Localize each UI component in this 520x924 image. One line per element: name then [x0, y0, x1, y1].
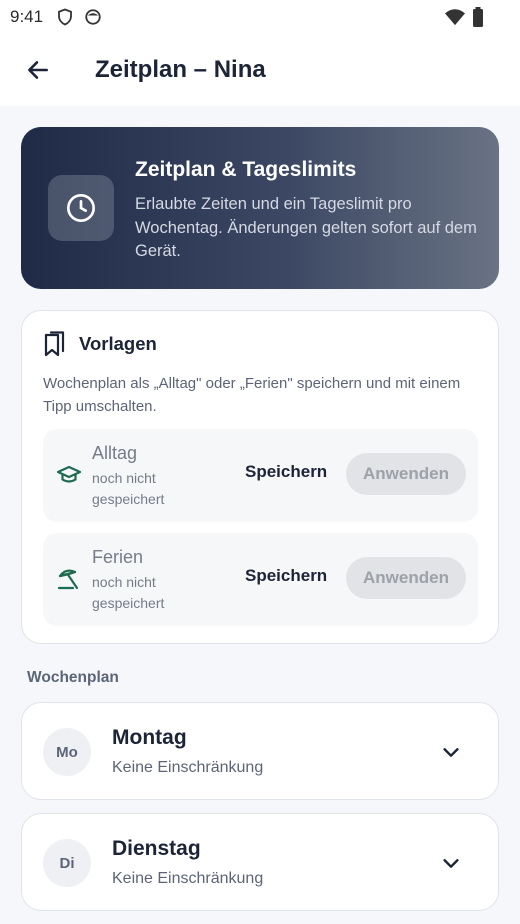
preset-status: noch nicht gespeichert: [92, 574, 165, 611]
page-title: Zeitplan – Nina: [95, 56, 266, 83]
clock-icon: [48, 175, 114, 241]
templates-description: Wochenplan als „Alltag" oder „Ferien" sp…: [43, 375, 461, 415]
back-button[interactable]: [18, 50, 58, 90]
day-status: Keine Einschränkung: [112, 870, 264, 887]
templates-card: Vorlagen Wochenplan als „Alltag" oder „F…: [21, 310, 499, 644]
face-icon: [83, 7, 103, 27]
chevron-down-icon[interactable]: [440, 852, 462, 874]
templates-title: Vorlagen: [79, 333, 157, 354]
app-bar: Zeitplan – Nina: [0, 34, 520, 106]
preset-name: Alltag: [92, 443, 138, 463]
day-badge: Di: [43, 839, 91, 887]
day-name: Dienstag: [112, 837, 201, 860]
preset-status: noch nicht gespeichert: [92, 470, 165, 507]
preset-alltag: Alltag noch nicht gespeichert Speichern …: [43, 429, 478, 522]
arrow-left-icon: [28, 61, 48, 79]
hero-description: Erlaubte Zeiten und ein Tageslimit pro W…: [135, 195, 477, 260]
bookmarks-icon: [44, 331, 65, 357]
chevron-down-icon[interactable]: [440, 741, 462, 763]
weekly-plan-label: Wochenplan: [27, 669, 119, 686]
save-alltag-button[interactable]: Speichern: [245, 462, 327, 482]
hero-title: Zeitplan & Tageslimits: [135, 158, 357, 181]
day-row-monday[interactable]: Mo Montag Keine Einschränkung: [21, 702, 499, 800]
preset-name: Ferien: [92, 547, 144, 567]
templates-header: Vorlagen: [43, 331, 157, 357]
apply-ferien-button[interactable]: Anwenden: [346, 557, 466, 599]
day-badge: Mo: [43, 728, 91, 776]
wifi-icon: [444, 7, 466, 32]
shield-icon: [55, 7, 75, 27]
beach-umbrella-icon: [57, 569, 79, 590]
save-ferien-button[interactable]: Speichern: [245, 566, 327, 586]
day-status: Keine Einschränkung: [112, 759, 264, 776]
day-name: Montag: [112, 726, 187, 749]
apply-alltag-button[interactable]: Anwenden: [346, 453, 466, 495]
schedule-info-card: Zeitplan & Tageslimits Erlaubte Zeiten u…: [21, 127, 499, 289]
status-time: 9:41: [10, 7, 44, 26]
day-row-tuesday[interactable]: Di Dienstag Keine Einschränkung: [21, 813, 499, 911]
battery-icon: [472, 7, 484, 32]
preset-ferien: Ferien noch nicht gespeichert Speichern …: [43, 533, 478, 626]
status-bar: 9:41: [0, 0, 520, 34]
graduation-cap-icon: [57, 465, 81, 483]
